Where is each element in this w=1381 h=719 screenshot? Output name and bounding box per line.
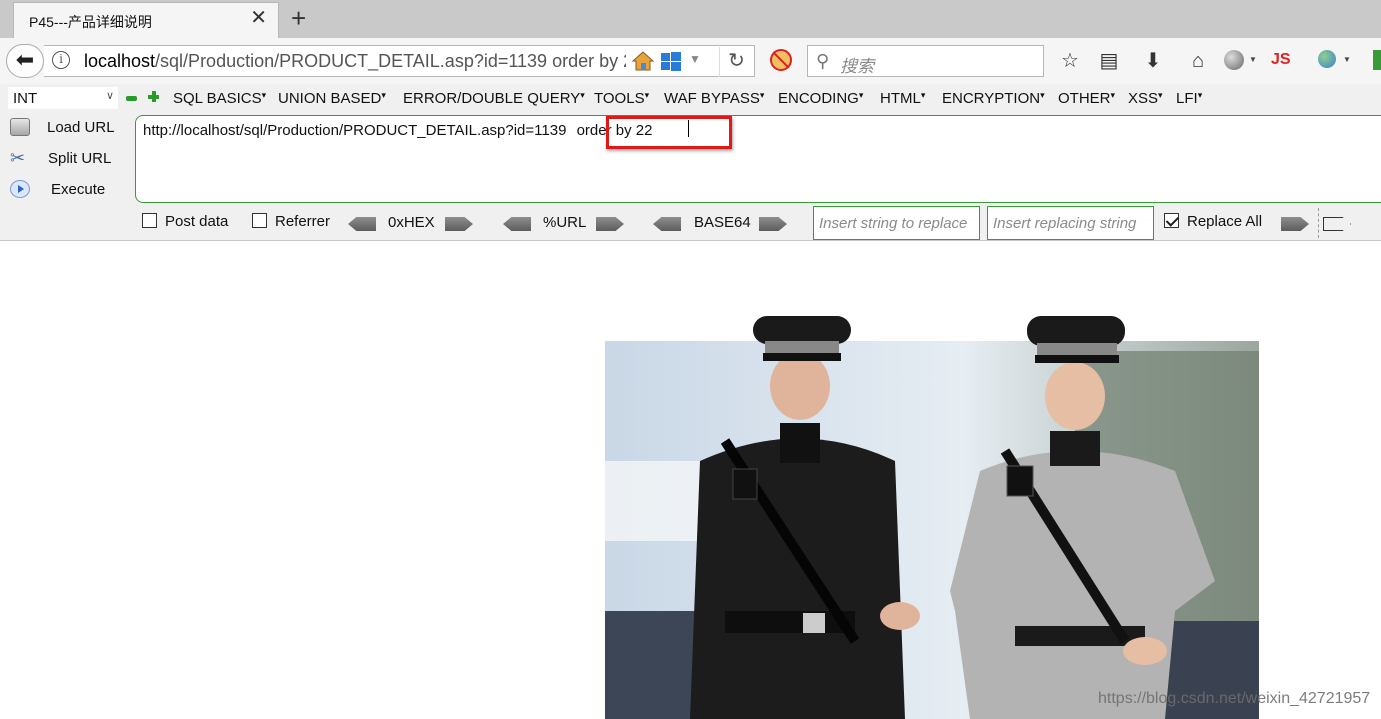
replace-find-input[interactable]: Insert string to replace xyxy=(813,206,980,240)
replace-next-arrow-icon[interactable] xyxy=(1323,217,1351,231)
post-data-checkbox[interactable]: Post data xyxy=(142,213,228,230)
type-select-value: INT xyxy=(13,90,38,107)
globe-icon[interactable] xyxy=(1224,50,1244,70)
menu-xss[interactable]: XSS▾ xyxy=(1128,90,1163,107)
menu-html[interactable]: HTML▾ xyxy=(880,90,925,107)
url-encode-arrow-icon[interactable] xyxy=(596,217,624,231)
hex-encode-arrow-icon[interactable] xyxy=(445,217,473,231)
proxy-icon[interactable] xyxy=(1318,50,1336,68)
chevron-down-icon[interactable]: ▼ xyxy=(1249,55,1257,64)
type-select[interactable]: INT ∨ xyxy=(8,87,118,109)
replace-arrow-icon[interactable] xyxy=(1281,217,1309,231)
execute-label: Execute xyxy=(51,181,106,198)
post-data-label: Post data xyxy=(165,213,229,230)
replace-with-input[interactable]: Insert replacing string xyxy=(987,206,1154,240)
search-placeholder: 搜索 xyxy=(840,57,874,76)
menu-error-double-query[interactable]: ERROR/DOUBLE QUERY▾ xyxy=(403,90,585,107)
close-icon[interactable]: ✕ xyxy=(250,8,267,28)
dropdown-icon[interactable]: ▼ xyxy=(689,52,701,66)
menu-label: XSS xyxy=(1128,90,1159,107)
menu-label: TOOLS xyxy=(594,90,645,107)
replace-all-checkbox[interactable]: Replace All xyxy=(1164,213,1262,230)
product-photo xyxy=(605,311,1259,719)
menu-label: ENCRYPTION xyxy=(942,90,1041,107)
checkbox-icon xyxy=(252,213,267,228)
menu-label: SQL BASICS xyxy=(173,90,262,107)
menu-lfi[interactable]: LFI▾ xyxy=(1176,90,1202,107)
noscript-icon[interactable] xyxy=(770,49,792,71)
tab-title: P45---产品详细说明 xyxy=(29,14,152,30)
info-icon[interactable]: i xyxy=(52,51,70,69)
hex-decode-arrow-icon[interactable] xyxy=(348,217,376,231)
extension-icon[interactable] xyxy=(1373,50,1381,70)
menu-encoding[interactable]: ENCODING▾ xyxy=(778,90,863,107)
js-icon[interactable]: JS xyxy=(1271,51,1291,69)
menu-label: UNION BASED xyxy=(278,90,382,107)
search-icon: ⚲ xyxy=(816,51,830,71)
home-button-icon[interactable]: ⌂ xyxy=(1185,48,1211,74)
referrer-checkbox[interactable]: Referrer xyxy=(252,213,330,230)
load-url-button[interactable]: Load URL xyxy=(8,115,128,141)
hackbar-url-textarea[interactable]: http://localhost/sql/Production/PRODUCT_… xyxy=(135,115,1381,203)
address-text[interactable]: localhost/sql/Production/PRODUCT_DETAIL.… xyxy=(84,51,626,72)
hackbar-menu: INT ∨ SQL BASICS▾ UNION BASED▾ ERROR/DOU… xyxy=(0,84,1381,112)
plus-icon[interactable] xyxy=(148,91,159,102)
base64-decode-arrow-icon[interactable] xyxy=(653,217,681,231)
base64-encode-arrow-icon[interactable] xyxy=(759,217,787,231)
load-url-label: Load URL xyxy=(47,119,115,136)
text-cursor xyxy=(688,120,689,137)
checkbox-checked-icon xyxy=(1164,213,1179,228)
watermark: https://blog.csdn.net/weixin_42721957 xyxy=(1098,690,1371,707)
download-icon[interactable]: ⬇ xyxy=(1140,48,1166,74)
reading-list-icon[interactable]: ▤ xyxy=(1096,48,1122,74)
chevron-down-icon: ∨ xyxy=(105,90,114,102)
execute-button[interactable]: Execute xyxy=(8,177,128,203)
menu-waf-bypass[interactable]: WAF BYPASS▾ xyxy=(664,90,764,107)
replace-with-placeholder: Insert replacing string xyxy=(993,215,1137,232)
url-prefix: http://localhost/sql/Production/PRODUCT_… xyxy=(143,122,571,139)
tab-strip: P45---产品详细说明 ✕ + xyxy=(0,0,1381,38)
chevron-down-icon[interactable]: ▼ xyxy=(1343,55,1351,64)
search-input[interactable]: ⚲ 搜索 xyxy=(807,45,1044,77)
referrer-label: Referrer xyxy=(275,213,331,230)
menu-sql-basics[interactable]: SQL BASICS▾ xyxy=(173,90,266,107)
split-url-label: Split URL xyxy=(48,150,112,167)
address-host: localhost xyxy=(84,51,156,71)
menu-label: OTHER xyxy=(1058,90,1111,107)
hackbar-url-text: http://localhost/sql/Production/PRODUCT_… xyxy=(143,122,652,139)
windows-icon[interactable] xyxy=(661,52,681,71)
checkbox-icon xyxy=(142,213,157,228)
url-decode-arrow-icon[interactable] xyxy=(503,217,531,231)
menu-label: ERROR/DOUBLE QUERY xyxy=(403,90,581,107)
load-url-icon xyxy=(10,118,30,136)
home-icon[interactable] xyxy=(632,50,654,72)
bookmark-star-icon[interactable]: ☆ xyxy=(1057,48,1083,74)
menu-label: ENCODING xyxy=(778,90,859,107)
injection-highlight-box xyxy=(606,116,732,149)
hex-label: 0xHEX xyxy=(388,214,435,231)
replace-find-placeholder: Insert string to replace xyxy=(819,215,968,232)
menu-label: WAF BYPASS xyxy=(664,90,760,107)
menu-encryption[interactable]: ENCRYPTION▾ xyxy=(942,90,1045,107)
split-url-button[interactable]: ✂ Split URL xyxy=(8,146,128,172)
menu-other[interactable]: OTHER▾ xyxy=(1058,90,1115,107)
navigation-bar: ⬅ i localhost/sql/Production/PRODUCT_DET… xyxy=(0,38,1381,84)
menu-union-based[interactable]: UNION BASED▾ xyxy=(278,90,386,107)
divider xyxy=(1318,208,1319,238)
tab-active[interactable]: P45---产品详细说明 ✕ xyxy=(13,2,279,38)
reload-icon[interactable]: ↻ xyxy=(719,47,753,77)
back-arrow-icon[interactable]: ⬅ xyxy=(6,44,44,78)
address-path: /sql/Production/PRODUCT_DETAIL.asp?id=11… xyxy=(155,51,626,71)
minus-icon[interactable] xyxy=(126,96,137,101)
new-tab-button[interactable]: + xyxy=(291,4,306,32)
scissors-icon: ✂ xyxy=(10,148,26,168)
base64-label: BASE64 xyxy=(694,214,751,231)
menu-label: LFI xyxy=(1176,90,1198,107)
url-encode-label: %URL xyxy=(543,214,587,231)
menu-tools[interactable]: TOOLS▾ xyxy=(594,90,649,107)
replace-all-label: Replace All xyxy=(1187,213,1263,230)
menu-label: HTML xyxy=(880,90,921,107)
play-icon xyxy=(10,180,30,198)
address-bar[interactable]: i localhost/sql/Production/PRODUCT_DETAI… xyxy=(44,45,755,77)
